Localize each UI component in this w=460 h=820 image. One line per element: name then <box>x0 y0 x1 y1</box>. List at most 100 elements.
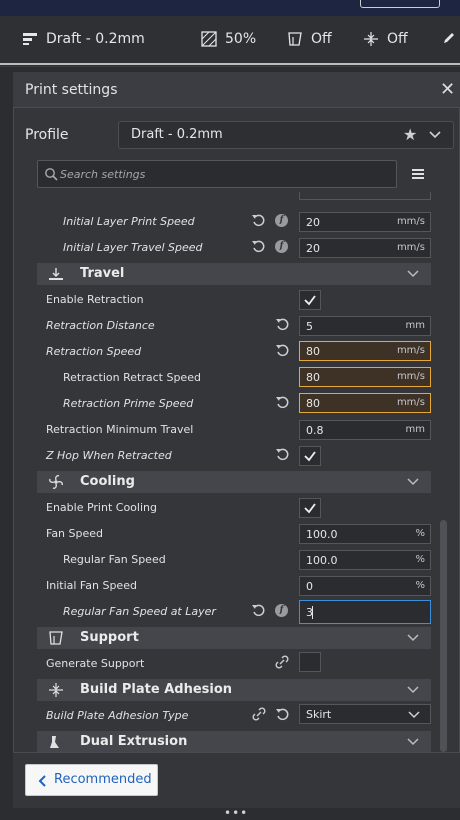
reset-icon[interactable] <box>251 213 265 227</box>
enable-retraction-checkbox[interactable] <box>299 290 321 310</box>
field-unit: mm <box>405 320 425 331</box>
adhesion-summary-label: Off <box>387 31 408 47</box>
print-setup-header[interactable]: Draft - 0.2mm 50% Off Off <box>0 16 460 67</box>
field-value: 20 <box>306 216 320 229</box>
field-unit: mm/s <box>396 371 425 382</box>
category-label: Cooling <box>80 474 135 489</box>
category-label: Support <box>80 630 139 645</box>
field-unit: mm/s <box>396 216 425 227</box>
retraction-prime-speed-label: Retraction Prime Speed <box>63 397 194 410</box>
checkmark-icon <box>304 503 316 514</box>
chevron-down-icon[interactable] <box>428 126 442 145</box>
checkmark-icon <box>304 451 316 462</box>
reset-icon[interactable] <box>275 317 289 331</box>
category-build-plate-adhesion[interactable]: Build Plate Adhesion <box>37 679 431 701</box>
chevron-down-icon <box>407 738 419 746</box>
field-value: Skirt <box>306 708 332 721</box>
function-icon[interactable]: f <box>275 604 288 617</box>
support-icon <box>49 631 63 645</box>
generate-support-checkbox[interactable] <box>299 652 321 672</box>
category-dual-extrusion[interactable]: Dual Extrusion <box>37 731 431 752</box>
chevron-down-icon <box>407 634 419 642</box>
retraction-retract-speed-field[interactable]: 80 mm/s <box>299 367 431 387</box>
profile-select-value: Draft - 0.2mm <box>131 127 223 142</box>
enable-print-cooling-label: Enable Print Cooling <box>46 501 157 514</box>
top-button[interactable] <box>360 0 440 8</box>
partial-field <box>299 192 431 200</box>
field-unit: % <box>415 528 425 539</box>
initial-layer-print-speed-label: Initial Layer Print Speed <box>63 215 195 228</box>
retraction-prime-speed-field[interactable]: 80 mm/s <box>299 393 431 413</box>
initial-layer-travel-speed-field[interactable]: 20 mm/s <box>299 238 431 258</box>
fan-speed-field[interactable]: 100.0 % <box>299 524 431 544</box>
field-value: 20 <box>306 242 320 255</box>
initial-fan-speed-field[interactable]: 0 % <box>299 576 431 596</box>
adhesion-type-select[interactable]: Skirt <box>299 704 431 724</box>
close-icon[interactable]: ✕ <box>440 79 455 100</box>
link-icon[interactable] <box>252 707 266 721</box>
retraction-speed-field[interactable]: 80 mm/s <box>299 341 431 361</box>
function-icon[interactable]: f <box>275 214 288 227</box>
category-support[interactable]: Support <box>37 627 431 649</box>
category-label: Travel <box>80 266 125 281</box>
regular-fan-speed-layer-label: Regular Fan Speed at Layer <box>63 605 216 618</box>
field-value: 80 <box>306 371 320 384</box>
infill-icon <box>201 31 217 47</box>
retraction-min-travel-field[interactable]: 0.8 mm <box>299 420 431 440</box>
category-cooling[interactable]: Cooling <box>37 471 431 493</box>
category-travel[interactable]: Travel <box>37 263 431 285</box>
retraction-speed-label: Retraction Speed <box>46 345 142 358</box>
z-hop-label: Z Hop When Retracted <box>46 449 172 462</box>
field-unit: % <box>415 554 425 565</box>
chevron-down-icon <box>407 686 419 694</box>
function-icon[interactable]: f <box>275 240 288 253</box>
z-hop-checkbox[interactable] <box>299 446 321 466</box>
scrollbar-thumb[interactable] <box>440 520 447 752</box>
initial-layer-print-speed-field[interactable]: 20 mm/s <box>299 212 431 232</box>
chevron-down-icon <box>407 270 419 278</box>
field-unit: mm/s <box>396 345 425 356</box>
regular-fan-speed-field[interactable]: 100.0 % <box>299 550 431 570</box>
fan-icon <box>49 475 63 489</box>
text-cursor <box>312 606 313 619</box>
drag-handle[interactable]: ••• <box>224 806 248 820</box>
reset-icon[interactable] <box>251 239 265 253</box>
settings-list[interactable]: Initial Layer Print Speed f 20 mm/s Init… <box>13 192 460 752</box>
reset-icon[interactable] <box>251 603 265 617</box>
profile-icon <box>23 33 37 45</box>
infill-summary[interactable]: 50% <box>201 31 256 47</box>
reset-icon[interactable] <box>275 343 289 357</box>
field-value: 100.0 <box>306 554 338 567</box>
field-unit: mm/s <box>396 397 425 408</box>
link-icon[interactable] <box>275 655 289 669</box>
reset-icon[interactable] <box>275 707 289 721</box>
star-icon[interactable]: ★ <box>403 125 417 144</box>
field-unit: % <box>415 580 425 591</box>
retraction-distance-field[interactable]: 5 mm <box>299 316 431 336</box>
enable-retraction-label: Enable Retraction <box>46 293 144 306</box>
chevron-down-icon <box>408 711 420 719</box>
recommended-label: Recommended <box>54 772 152 787</box>
menu-icon[interactable] <box>410 166 426 185</box>
header-divider <box>0 63 460 65</box>
support-summary[interactable]: Off <box>287 31 332 47</box>
reset-icon[interactable] <box>275 395 289 409</box>
top-strip <box>0 0 460 16</box>
profile-summary-label: Draft - 0.2mm <box>46 31 145 47</box>
enable-print-cooling-checkbox[interactable] <box>299 498 321 518</box>
regular-fan-speed-label: Regular Fan Speed <box>63 553 166 566</box>
chevron-left-icon <box>37 773 47 792</box>
retraction-retract-speed-label: Retraction Retract Speed <box>63 371 201 384</box>
search-icon <box>44 166 58 185</box>
field-value: 0.8 <box>306 424 324 437</box>
travel-icon <box>49 268 63 280</box>
retraction-min-travel-label: Retraction Minimum Travel <box>46 423 194 436</box>
regular-fan-speed-layer-field[interactable]: 3 <box>299 600 431 624</box>
reset-icon[interactable] <box>275 447 289 461</box>
profile-summary[interactable]: Draft - 0.2mm <box>22 31 145 47</box>
edit-settings[interactable] <box>442 31 456 45</box>
support-icon <box>288 32 302 46</box>
adhesion-summary[interactable]: Off <box>363 31 408 47</box>
category-label: Build Plate Adhesion <box>80 682 233 697</box>
adhesion-type-label: Build Plate Adhesion Type <box>46 709 189 722</box>
